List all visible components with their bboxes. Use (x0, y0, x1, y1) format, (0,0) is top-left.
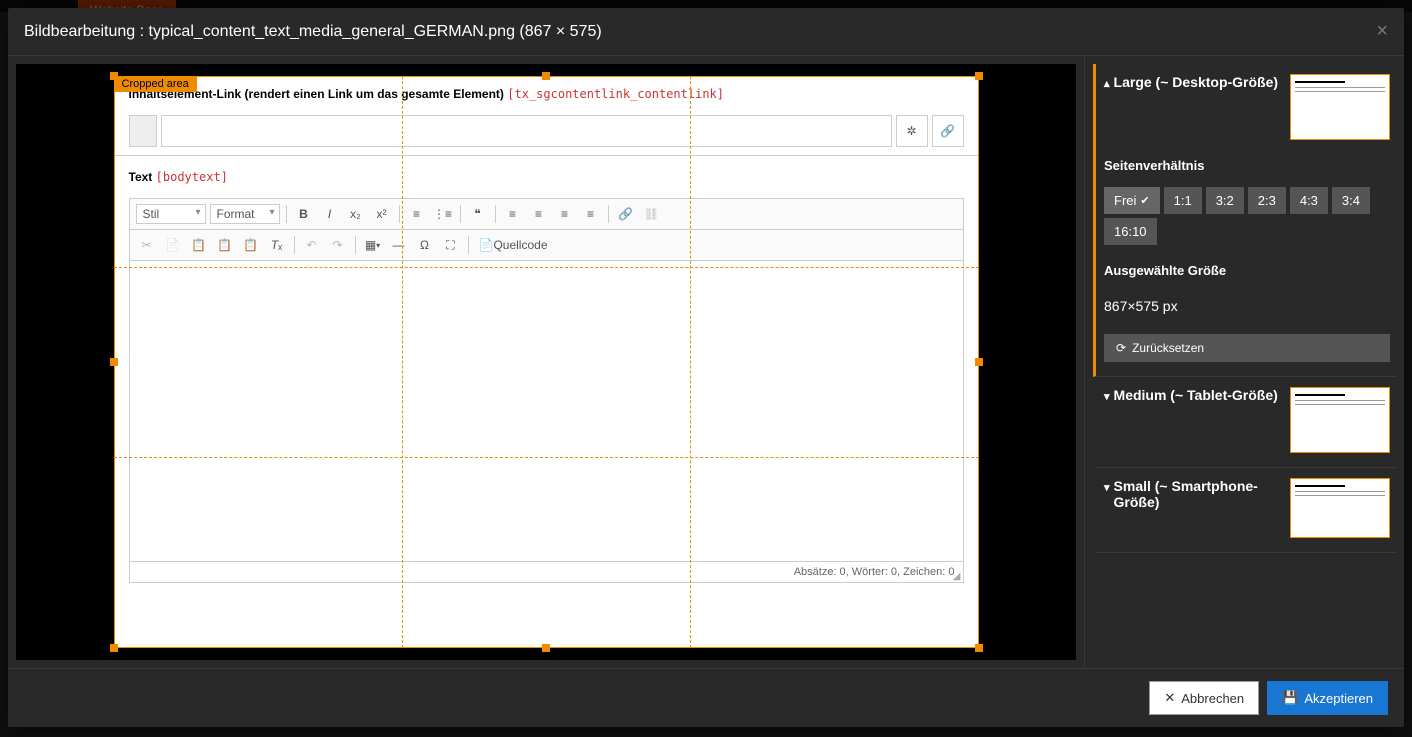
close-icon[interactable]: × (1376, 20, 1388, 43)
crop-handle-nw[interactable] (110, 72, 118, 80)
chevron-down-icon: ▾ (1104, 390, 1110, 403)
crop-handle-e[interactable] (975, 358, 983, 366)
link-tool-icon[interactable]: 🔗 (615, 203, 637, 225)
link-prefix (129, 115, 157, 147)
ordered-list-icon[interactable]: ≡ (406, 203, 428, 225)
selected-size-value: 867×575 px (1104, 298, 1390, 314)
ratio-3-4[interactable]: 3:4 (1332, 187, 1370, 214)
source-button[interactable]: 📄 Quellcode (475, 234, 552, 256)
paste-text-icon[interactable]: 📋 (214, 234, 236, 256)
rte-textarea[interactable] (130, 261, 963, 561)
variant-medium-label: Medium (~ Tablet-Größe) (1114, 387, 1278, 403)
close-icon: ✕ (1164, 690, 1175, 706)
unlink-icon[interactable]: ⛓ (641, 203, 663, 225)
ratio-free[interactable]: Frei✔ (1104, 187, 1160, 214)
check-icon: ✔ (1140, 194, 1149, 207)
chevron-up-icon: ▴ (1104, 77, 1110, 90)
crop-handle-n[interactable] (542, 72, 550, 80)
reset-button[interactable]: ⟳Zurücksetzen (1104, 334, 1390, 362)
crop-badge: Cropped area (114, 76, 197, 92)
crop-sidebar: ▴ Large (~ Desktop-Größe) Seitenverhältn… (1084, 56, 1404, 668)
subscript-icon[interactable]: x₂ (345, 203, 367, 225)
text-field-label: Text (129, 170, 153, 184)
align-left-icon[interactable]: ≡ (502, 203, 524, 225)
align-justify-icon[interactable]: ≡ (580, 203, 602, 225)
superscript-icon[interactable]: x² (371, 203, 393, 225)
ratio-2-3[interactable]: 2:3 (1248, 187, 1286, 214)
clear-format-icon[interactable]: Tₓ (266, 234, 288, 256)
align-center-icon[interactable]: ≡ (528, 203, 550, 225)
undo-icon[interactable]: ↶ (301, 234, 323, 256)
chevron-down-icon: ▾ (1104, 481, 1110, 494)
accept-button[interactable]: 💾Akzeptieren (1267, 681, 1388, 715)
crop-handle-w[interactable] (110, 358, 118, 366)
ratio-1-1[interactable]: 1:1 (1164, 187, 1202, 214)
hr-icon[interactable]: — (388, 234, 410, 256)
image-editor-modal: Bildbearbeitung : typical_content_text_m… (8, 8, 1404, 727)
crop-handle-se[interactable] (975, 644, 983, 652)
table-icon[interactable]: ▦▾ (362, 234, 384, 256)
variant-small-thumb[interactable] (1290, 478, 1390, 538)
crop-handle-s[interactable] (542, 644, 550, 652)
rte-status: Absätze: 0, Wörter: 0, Zeichen: 0 (130, 561, 963, 582)
align-right-icon[interactable]: ≡ (554, 203, 576, 225)
copy-icon[interactable]: 📄 (162, 234, 184, 256)
selected-size-label: Ausgewählte Größe (1104, 263, 1390, 278)
crop-handle-sw[interactable] (110, 644, 118, 652)
variant-medium[interactable]: ▾ Medium (~ Tablet-Größe) (1093, 377, 1396, 468)
source-label: Quellcode (493, 238, 547, 252)
text-field-extra: [bodytext] (156, 170, 228, 184)
aspect-ratio-label: Seitenverhältnis (1104, 158, 1390, 173)
italic-icon[interactable]: I (319, 203, 341, 225)
modal-header: Bildbearbeitung : typical_content_text_m… (8, 8, 1404, 56)
variant-large-label: Large (~ Desktop-Größe) (1114, 74, 1279, 90)
variant-large-thumb[interactable] (1290, 74, 1390, 140)
link-icon[interactable]: 🔗 (932, 115, 964, 147)
variant-large[interactable]: ▴ Large (~ Desktop-Größe) Seitenverhältn… (1093, 64, 1396, 377)
style-select[interactable]: Stil (136, 204, 206, 224)
ratio-16-10[interactable]: 16:10 (1104, 218, 1157, 245)
image-preview: Inhaltselement-Link (rendert einen Link … (114, 76, 979, 648)
ratio-4-3[interactable]: 4:3 (1290, 187, 1328, 214)
variant-small[interactable]: ▾ Small (~ Smartphone-Größe) (1093, 468, 1396, 553)
crop-canvas[interactable]: Cropped area Inhaltselement-Lin (16, 64, 1076, 660)
variant-small-label: Small (~ Smartphone-Größe) (1114, 478, 1282, 510)
format-select[interactable]: Format (210, 204, 280, 224)
maximize-icon[interactable]: ⛶ (440, 234, 462, 256)
link-field-extra: [tx_sgcontentlink_contentlink] (507, 87, 724, 101)
ratio-3-2[interactable]: 3:2 (1206, 187, 1244, 214)
save-icon: 💾 (1282, 690, 1298, 706)
bold-icon[interactable]: B (293, 203, 315, 225)
modal-title: Bildbearbeitung : typical_content_text_m… (24, 23, 602, 41)
cancel-button[interactable]: ✕Abbrechen (1149, 681, 1259, 715)
quote-icon[interactable]: ❝ (467, 203, 489, 225)
special-char-icon[interactable]: Ω (414, 234, 436, 256)
variant-medium-thumb[interactable] (1290, 387, 1390, 453)
refresh-icon: ⟳ (1116, 341, 1126, 355)
link-input[interactable] (161, 115, 892, 147)
cut-icon[interactable]: ✂ (136, 234, 158, 256)
unordered-list-icon[interactable]: ⋮≡ (432, 203, 454, 225)
paste-word-icon[interactable]: 📋 (240, 234, 262, 256)
paste-icon[interactable]: 📋 (188, 234, 210, 256)
redo-icon[interactable]: ↷ (327, 234, 349, 256)
translate-icon[interactable]: ✲ (896, 115, 928, 147)
crop-handle-ne[interactable] (975, 72, 983, 80)
